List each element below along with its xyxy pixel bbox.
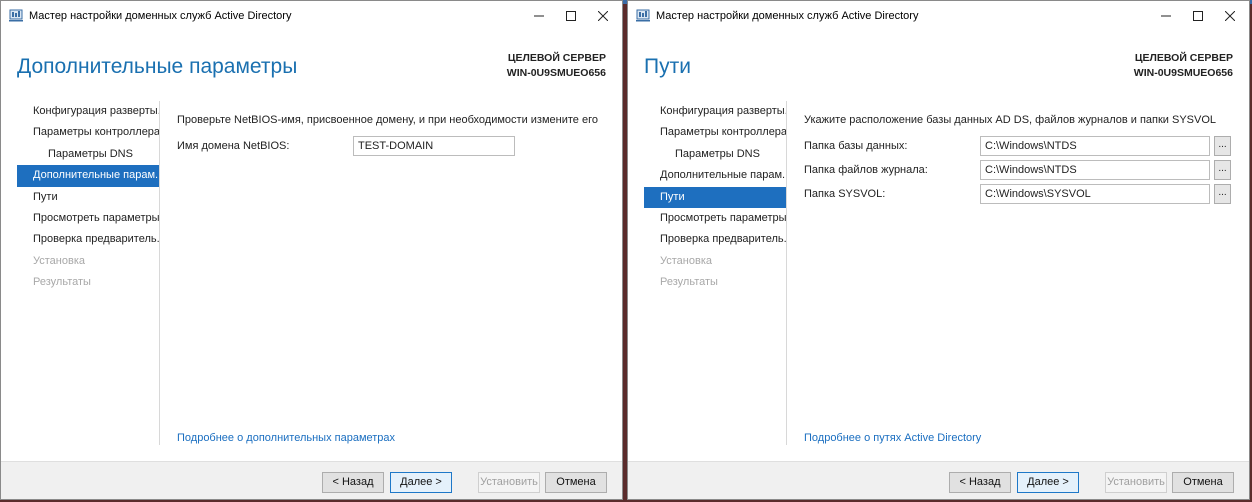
more-info-link[interactable]: Подробнее о путях Active Directory	[804, 432, 981, 444]
server-manager-icon	[636, 9, 650, 22]
install-button: Установить	[1105, 472, 1167, 493]
next-button[interactable]: Далее >	[390, 472, 452, 493]
nav-divider	[159, 101, 160, 445]
instruction-text: Укажите расположение базы данных AD DS, …	[804, 114, 1217, 126]
wizard-nav: Конфигурация разверты... Параметры контр…	[17, 101, 159, 294]
close-button[interactable]	[592, 6, 614, 26]
minimize-button[interactable]	[1155, 6, 1177, 26]
maximize-button[interactable]	[1187, 6, 1209, 26]
wizard-window-paths: Мастер настройки доменных служб Active D…	[627, 0, 1250, 500]
netbios-name-input[interactable]: TEST-DOMAIN	[353, 136, 515, 156]
wizard-window-additional-options: Мастер настройки доменных служб Active D…	[0, 0, 623, 500]
close-button[interactable]	[1219, 6, 1241, 26]
target-server-name: WIN-0U9SMUEO656	[506, 67, 606, 79]
content-area: Проверьте NetBIOS-имя, присвоенное домен…	[177, 114, 614, 156]
path-row-sysvol: Папка SYSVOL: C:\Windows\SYSVOL ...	[804, 184, 1234, 204]
nav-item-review-options[interactable]: Просмотреть параметры	[17, 208, 159, 229]
maximize-button[interactable]	[560, 6, 582, 26]
nav-item-deployment-config[interactable]: Конфигурация разверты...	[17, 101, 159, 122]
nav-item-results: Результаты	[33, 276, 91, 289]
target-server-info: ЦЕЛЕВОЙ СЕРВЕР WIN-0U9SMUEO656	[507, 51, 606, 81]
nav-item-dc-options[interactable]: Параметры контроллера...	[644, 122, 786, 143]
target-server-name: WIN-0U9SMUEO656	[1133, 67, 1233, 79]
server-manager-icon	[9, 9, 23, 22]
page-title: Пути	[644, 55, 691, 78]
path-row-logs: Папка файлов журнала: C:\Windows\NTDS ..…	[804, 160, 1234, 180]
path-row-database: Папка базы данных: C:\Windows\NTDS ...	[804, 136, 1234, 156]
next-button[interactable]: Далее >	[1017, 472, 1079, 493]
nav-item-dns-options[interactable]: Параметры DNS	[644, 144, 786, 165]
nav-item-installation: Установка	[33, 254, 85, 267]
title-bar[interactable]: Мастер настройки доменных служб Active D…	[1, 1, 622, 31]
nav-item-deployment-config[interactable]: Конфигурация разверты...	[644, 101, 786, 122]
button-bar: < Назад Далее > Установить Отмена	[628, 461, 1249, 499]
maximize-icon	[1193, 11, 1203, 21]
nav-divider	[786, 101, 787, 445]
database-folder-browse-button[interactable]: ...	[1214, 136, 1231, 156]
nav-item-paths[interactable]: Пути	[17, 187, 159, 208]
cancel-button[interactable]: Отмена	[1172, 472, 1234, 493]
minimize-icon	[534, 15, 544, 17]
page-title: Дополнительные параметры	[17, 55, 298, 78]
back-button[interactable]: < Назад	[949, 472, 1011, 493]
sysvol-folder-label: Папка SYSVOL:	[804, 188, 886, 200]
log-folder-browse-button[interactable]: ...	[1214, 160, 1231, 180]
maximize-icon	[566, 11, 576, 21]
nav-item-prerequisites-check[interactable]: Проверка предваритель...	[644, 229, 786, 250]
wizard-nav: Конфигурация разверты... Параметры контр…	[644, 101, 786, 294]
close-icon	[1225, 11, 1235, 21]
nav-item-installation: Установка	[660, 254, 712, 267]
database-folder-input[interactable]: C:\Windows\NTDS	[980, 136, 1210, 156]
cancel-button[interactable]: Отмена	[545, 472, 607, 493]
target-server-label: ЦЕЛЕВОЙ СЕРВЕР	[507, 52, 606, 64]
netbios-row: Имя домена NetBIOS: TEST-DOMAIN	[177, 136, 607, 156]
content-area: Укажите расположение базы данных AD DS, …	[804, 114, 1241, 204]
target-server-info: ЦЕЛЕВОЙ СЕРВЕР WIN-0U9SMUEO656	[1134, 51, 1233, 81]
nav-item-dns-options[interactable]: Параметры DNS	[17, 144, 159, 165]
install-button: Установить	[478, 472, 540, 493]
window-title: Мастер настройки доменных служб Active D…	[29, 10, 292, 22]
sysvol-folder-input[interactable]: C:\Windows\SYSVOL	[980, 184, 1210, 204]
database-folder-label: Папка базы данных:	[804, 140, 908, 152]
close-icon	[598, 11, 608, 21]
nav-item-additional-options[interactable]: Дополнительные парам...	[644, 165, 786, 186]
log-folder-input[interactable]: C:\Windows\NTDS	[980, 160, 1210, 180]
minimize-button[interactable]	[528, 6, 550, 26]
nav-item-prerequisites-check[interactable]: Проверка предваритель...	[17, 229, 159, 250]
minimize-icon	[1161, 15, 1171, 17]
target-server-label: ЦЕЛЕВОЙ СЕРВЕР	[1134, 52, 1233, 64]
more-info-link[interactable]: Подробнее о дополнительных параметрах	[177, 432, 395, 444]
instruction-text: Проверьте NetBIOS-имя, присвоенное домен…	[177, 114, 598, 126]
log-folder-label: Папка файлов журнала:	[804, 164, 928, 176]
nav-item-results: Результаты	[660, 276, 718, 289]
title-bar[interactable]: Мастер настройки доменных служб Active D…	[628, 1, 1249, 31]
back-button[interactable]: < Назад	[322, 472, 384, 493]
sysvol-folder-browse-button[interactable]: ...	[1214, 184, 1231, 204]
button-bar: < Назад Далее > Установить Отмена	[1, 461, 622, 499]
nav-item-paths[interactable]: Пути	[644, 186, 786, 208]
nav-item-dc-options[interactable]: Параметры контроллера...	[17, 122, 159, 143]
netbios-label: Имя домена NetBIOS:	[177, 140, 290, 152]
nav-item-additional-options[interactable]: Дополнительные парам...	[17, 165, 159, 187]
window-title: Мастер настройки доменных служб Active D…	[656, 10, 919, 22]
nav-item-review-options[interactable]: Просмотреть параметры	[644, 208, 786, 229]
